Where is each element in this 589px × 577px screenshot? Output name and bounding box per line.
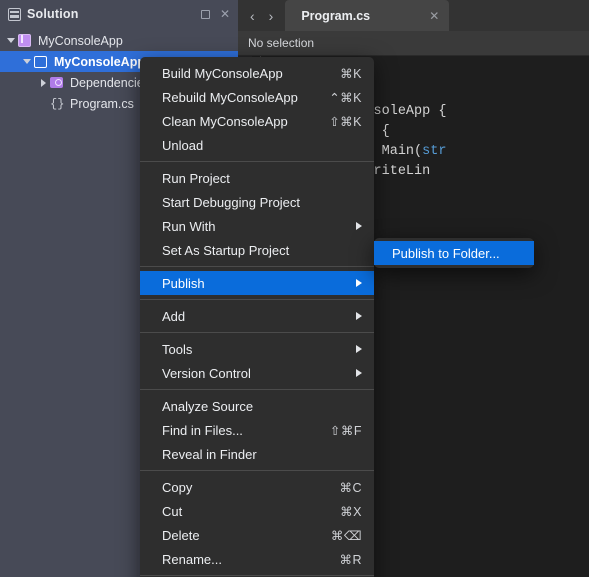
menu-separator — [140, 332, 374, 333]
menu-item-label: Start Debugging Project — [162, 194, 301, 210]
menu-item-label: Run With — [162, 218, 216, 234]
menu-item-label: Add — [162, 308, 186, 324]
chevron-right-icon[interactable] — [36, 78, 50, 87]
menu-item-set-as-startup-project[interactable]: Set As Startup Project — [140, 238, 374, 262]
menu-item-label: Run Project — [162, 170, 230, 186]
submenu-arrow-icon — [356, 369, 362, 377]
menu-item-add[interactable]: Add — [140, 304, 374, 328]
submenu-arrow-icon — [356, 345, 362, 353]
breadcrumb: No selection — [238, 31, 589, 56]
menu-item-publish-to-folder[interactable]: Publish to Folder... — [374, 241, 534, 265]
menu-item-cut[interactable]: Cut ⌘X — [140, 499, 374, 523]
maximize-icon[interactable] — [200, 9, 210, 19]
tree-item-myconsoleapp[interactable]: MyConsoleApp — [0, 30, 238, 51]
menu-separator — [140, 161, 374, 162]
menu-item-shortcut: ⌘C — [339, 480, 362, 495]
menu-separator — [140, 575, 374, 576]
menu-separator — [140, 389, 374, 390]
page-title: Solution — [27, 7, 79, 21]
menu-item-clean-project[interactable]: Clean MyConsoleApp ⇧⌘K — [140, 109, 374, 133]
pad-header-actions: ✕ — [200, 8, 230, 20]
menu-item-copy[interactable]: Copy ⌘C — [140, 475, 374, 499]
tree-item-label: MyConsoleApp — [54, 54, 145, 69]
chevron-down-icon[interactable] — [20, 59, 34, 64]
menu-item-shortcut: ⇧⌘F — [329, 423, 362, 438]
menu-item-rename[interactable]: Rename... ⌘R — [140, 547, 374, 571]
menu-item-label: Cut — [162, 503, 183, 519]
publish-submenu: Publish to Folder... — [374, 238, 534, 268]
menu-item-label: Find in Files... — [162, 422, 243, 438]
menu-item-label: Analyze Source — [162, 398, 254, 414]
menu-item-label: Tools — [162, 341, 193, 357]
menu-item-start-debugging-project[interactable]: Start Debugging Project — [140, 190, 374, 214]
menu-item-unload-project[interactable]: Unload — [140, 133, 374, 157]
breadcrumb-label: No selection — [248, 36, 315, 50]
tree-item-label: Dependencies — [70, 75, 150, 90]
menu-item-run-project[interactable]: Run Project — [140, 166, 374, 190]
menu-item-find-in-files[interactable]: Find in Files... ⇧⌘F — [140, 418, 374, 442]
menu-item-label: Build MyConsoleApp — [162, 65, 283, 81]
project-context-menu: Build MyConsoleApp ⌘K Rebuild MyConsoleApp… — [140, 57, 374, 577]
tab-navigation: ‹ › — [238, 8, 285, 31]
close-icon[interactable]: ✕ — [411, 9, 439, 23]
menu-item-label: Copy — [162, 479, 193, 495]
menu-separator — [140, 470, 374, 471]
menu-item-reveal-in-finder[interactable]: Reveal in Finder — [140, 442, 374, 466]
menu-item-label: Reveal in Finder — [162, 446, 257, 462]
csharp-file-icon: {} — [50, 96, 65, 111]
menu-item-shortcut: ⌘⌫ — [330, 528, 362, 543]
chevron-down-icon[interactable] — [4, 38, 18, 43]
menu-item-publish[interactable]: Publish — [140, 271, 374, 295]
solution-panel-icon — [8, 7, 21, 21]
tree-item-label: Program.cs — [70, 96, 134, 111]
menu-item-label: Rename... — [162, 551, 222, 567]
menu-item-rebuild-project[interactable]: Rebuild MyConsoleApp ⌃⌘K — [140, 85, 374, 109]
tree-item-label: MyConsoleApp — [38, 33, 123, 48]
menu-item-label: Rebuild MyConsoleApp — [162, 89, 298, 105]
menu-item-shortcut: ⌘K — [340, 66, 362, 81]
project-icon — [34, 55, 49, 69]
editor-tabbar: ‹ › Program.cs ✕ — [238, 0, 589, 31]
menu-item-label: Unload — [162, 137, 204, 153]
menu-item-delete[interactable]: Delete ⌘⌫ — [140, 523, 374, 547]
menu-item-build-project[interactable]: Build MyConsoleApp ⌘K — [140, 61, 374, 85]
submenu-arrow-icon — [356, 279, 362, 287]
menu-item-shortcut: ⌘R — [339, 552, 362, 567]
chevron-left-icon[interactable]: ‹ — [250, 8, 255, 24]
menu-separator — [140, 299, 374, 300]
tab-program-cs[interactable]: Program.cs ✕ — [285, 0, 450, 31]
tab-label: Program.cs — [301, 8, 371, 23]
chevron-right-icon[interactable]: › — [269, 8, 274, 24]
menu-item-run-with[interactable]: Run With — [140, 214, 374, 238]
menu-item-label: Publish — [162, 275, 205, 291]
solution-pad-header: Solution ✕ — [0, 0, 238, 28]
menu-item-shortcut: ⌃⌘K — [329, 90, 362, 105]
solution-icon — [18, 33, 33, 48]
menu-item-shortcut: ⇧⌘K — [329, 114, 362, 129]
menu-item-label: Set As Startup Project — [162, 242, 290, 258]
menu-item-label: Publish to Folder... — [392, 245, 500, 261]
menu-item-label: Version Control — [162, 365, 251, 381]
folder-icon — [50, 76, 65, 90]
submenu-arrow-icon — [356, 222, 362, 230]
menu-item-tools[interactable]: Tools — [140, 337, 374, 361]
submenu-arrow-icon — [356, 312, 362, 320]
menu-separator — [140, 266, 374, 267]
close-icon[interactable]: ✕ — [220, 8, 230, 20]
menu-item-analyze-source[interactable]: Analyze Source — [140, 394, 374, 418]
menu-item-label: Delete — [162, 527, 200, 543]
menu-item-version-control[interactable]: Version Control — [140, 361, 374, 385]
menu-item-shortcut: ⌘X — [340, 504, 362, 519]
menu-item-label: Clean MyConsoleApp — [162, 113, 288, 129]
